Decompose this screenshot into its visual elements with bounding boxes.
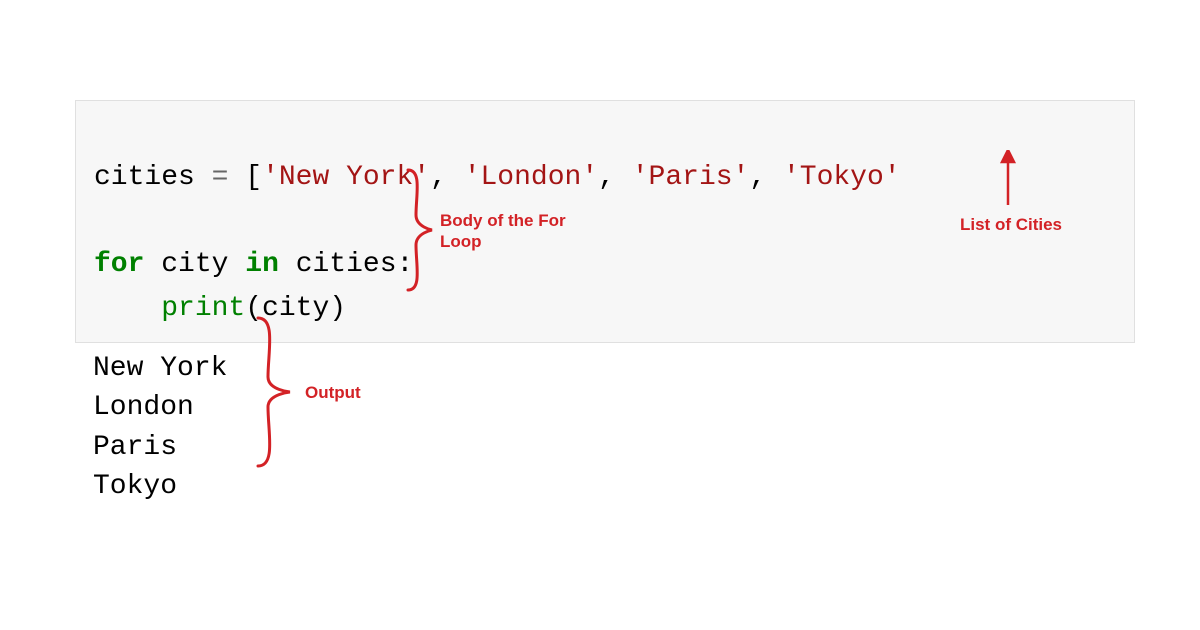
brace-output-icon [250,312,300,472]
output-line-2: London [93,392,194,423]
variable-cities: cities [94,162,195,193]
keyword-in: in [245,249,279,280]
code-line-for: for city in cities: [94,249,413,280]
output-line-4: Tokyo [93,471,177,502]
string-tokyo: 'Tokyo' [783,162,901,193]
brace-body-icon [400,165,440,295]
annotation-body-label: Body of the For Loop [440,210,590,253]
code-line-1: cities = ['New York', 'London', 'Paris',… [94,162,901,193]
output-line-1: New York [93,353,227,384]
string-paris: 'Paris' [632,162,750,193]
string-london: 'London' [464,162,598,193]
annotation-list-label: List of Cities [960,214,1062,235]
keyword-for: for [94,249,144,280]
annotation-output-label: Output [305,382,361,403]
output-block: New York London Paris Tokyo [93,310,227,506]
output-line-3: Paris [93,432,177,463]
arrow-list-icon [998,150,1018,210]
